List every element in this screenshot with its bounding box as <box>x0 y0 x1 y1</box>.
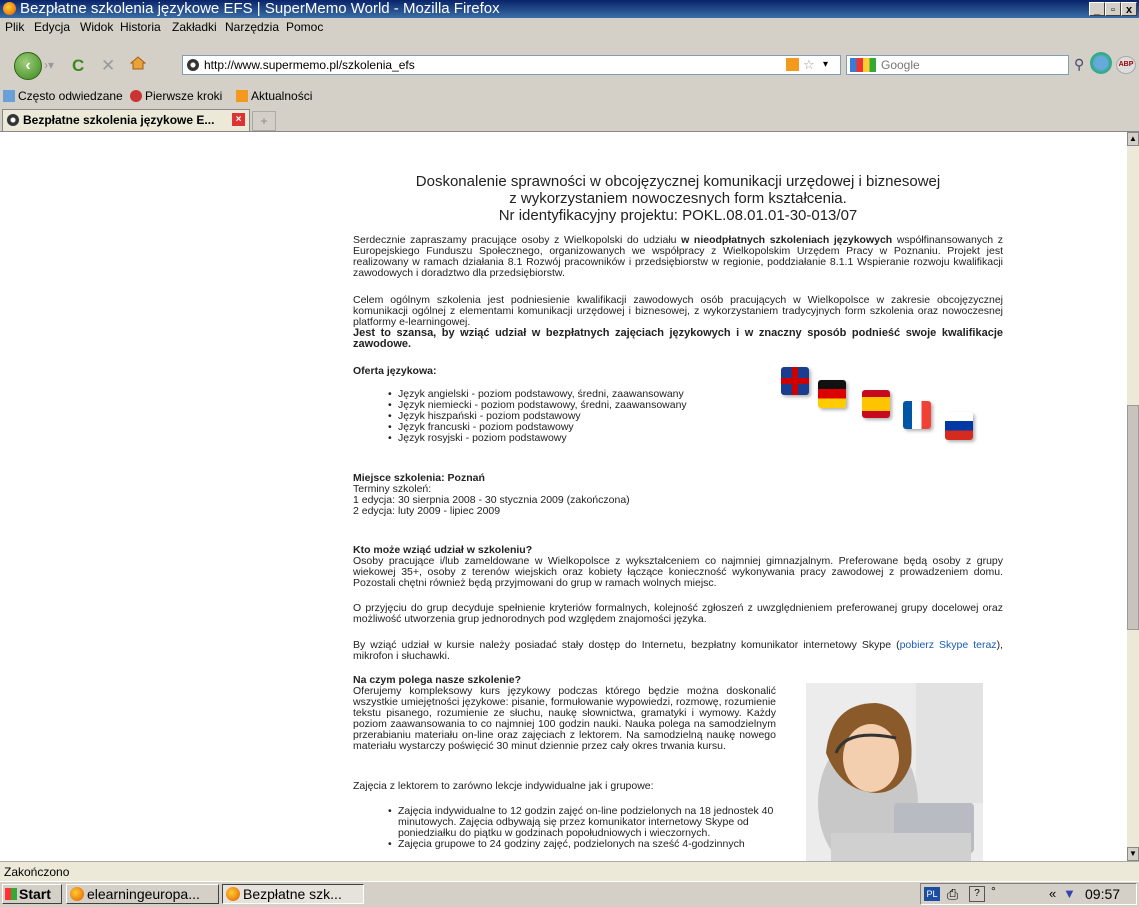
firefox-icon <box>70 887 84 901</box>
window-title: Bezpłatne szkolenia językowe EFS | Super… <box>20 0 500 17</box>
list-item: Język rosyjski - poziom podstawowy <box>386 433 687 445</box>
bookmark-star-icon[interactable]: ☆ <box>803 56 815 74</box>
page-header: Doskonalenie sprawności w obcojęzycznej … <box>353 173 1003 224</box>
status-bar: Zakończono <box>0 861 1139 882</box>
bookmark-news[interactable]: Aktualności <box>236 87 312 106</box>
list-item: Zajęcia grupowe to 24 godziny zajęć, pod… <box>386 839 776 851</box>
menu-pomoc[interactable]: Pomoc <box>286 18 323 36</box>
menu-widok[interactable]: Widok <box>80 18 113 36</box>
tray-expand-icon[interactable]: « <box>1049 886 1056 901</box>
tab-title: Bezpłatne szkolenia językowe E... <box>23 113 215 127</box>
home-icon[interactable] <box>129 55 147 71</box>
help-icon[interactable]: ? <box>969 886 985 902</box>
search-placeholder: Google <box>881 58 920 72</box>
firefox-bookmark-icon <box>130 90 142 102</box>
maximize-button[interactable]: ▫ <box>1105 2 1121 16</box>
menu-narzedzia[interactable]: Narzędzia <box>225 18 279 36</box>
offer-title: Oferta językowa: <box>353 365 437 377</box>
header-line-1: Doskonalenie sprawności w obcojęzycznej … <box>415 173 941 190</box>
tab-active[interactable]: Bezpłatne szkolenia językowe E... <box>2 109 250 131</box>
requirements-paragraph: By wziąć udział w kursie należy posiadać… <box>353 639 1003 662</box>
offer-list: Język angielski - poziom podstawowy, śre… <box>386 389 687 445</box>
firefox-icon <box>3 2 16 15</box>
rss-icon[interactable] <box>786 58 799 71</box>
what-paragraph: Oferujemy kompleksowy kurs językowy podc… <box>353 685 776 752</box>
site-favicon <box>187 59 199 71</box>
url-text: http://www.supermemo.pl/szkolenia_efs <box>204 58 415 72</box>
rss-feed-icon <box>236 90 248 102</box>
window-title-bar[interactable]: Bezpłatne szkolenia językowe EFS | Super… <box>0 0 1139 18</box>
page-content: Doskonalenie sprawności w obcojęzycznej … <box>0 132 1127 861</box>
windows-logo-icon <box>5 888 17 900</box>
stop-icon[interactable]: ✕ <box>101 56 115 76</box>
who-paragraph: Osoby pracujące i/lub zameldowane w Wiel… <box>353 555 1003 589</box>
status-text: Zakończono <box>4 865 70 879</box>
goal-paragraph: Celem ogólnym szkolenia jest podniesieni… <box>353 294 1003 350</box>
reload-icon[interactable]: C <box>72 56 84 76</box>
scroll-thumb[interactable] <box>1127 405 1139 630</box>
minimize-button[interactable]: _ <box>1089 2 1105 16</box>
system-tray: PL ⎙ ? ° « ▼ 09:57 <box>920 883 1137 905</box>
printer-icon[interactable]: ⎙ <box>947 886 958 903</box>
forward-button[interactable]: ›▾ <box>44 58 54 72</box>
germany-flag-icon <box>818 380 846 408</box>
network-icon[interactable]: ° <box>991 884 996 898</box>
start-button[interactable]: Start <box>2 884 62 904</box>
spain-flag-icon <box>862 390 890 418</box>
intro-paragraph: Serdecznie zapraszamy pracujące osoby z … <box>353 234 1003 279</box>
search-box[interactable]: Google <box>846 55 1069 75</box>
addon-icon[interactable] <box>1090 52 1112 74</box>
france-flag-icon <box>903 401 931 429</box>
skype-download-link[interactable]: pobierz Skype teraz <box>900 639 997 651</box>
student-photo <box>806 683 983 861</box>
back-button[interactable]: ‹ <box>14 52 42 80</box>
close-button[interactable]: x <box>1121 2 1137 16</box>
bookmarks-bar: Często odwiedzane Pierwsze kroki Aktualn… <box>0 87 1139 106</box>
adblock-icon[interactable]: ABP <box>1116 56 1136 74</box>
tab-favicon <box>7 114 19 126</box>
russia-flag-icon <box>945 412 973 440</box>
google-icon <box>850 58 876 72</box>
groups-paragraph: O przyjęciu do grup decyduje spełnienie … <box>353 602 1003 625</box>
lector-paragraph: Zajęcia z lektorem to zarówno lekcje ind… <box>353 780 654 792</box>
menu-bar: Plik Edycja Widok Historia Zakładki Narz… <box>0 18 1139 36</box>
menu-plik[interactable]: Plik <box>5 18 24 36</box>
menu-zakladki[interactable]: Zakładki <box>172 18 217 36</box>
header-line-3: Nr identyfikacyjny projektu: POKL.08.01.… <box>498 207 858 224</box>
taskbar-item-elearning[interactable]: elearningeuropa... <box>66 884 219 904</box>
chance-text: Jest to szansa, by wziąć udział w bezpła… <box>353 327 1003 350</box>
taskbar-item-active[interactable]: Bezpłatne szk... <box>222 884 364 904</box>
clock: 09:57 <box>1085 886 1121 902</box>
address-bar[interactable]: http://www.supermemo.pl/szkolenia_efs ☆ … <box>182 55 841 75</box>
shield-icon[interactable]: ▼ <box>1063 886 1076 901</box>
tab-close-icon[interactable]: × <box>232 113 245 126</box>
language-indicator[interactable]: PL <box>924 887 940 901</box>
uk-flag-icon <box>781 367 809 395</box>
new-tab-button[interactable]: + <box>252 111 276 131</box>
menu-edycja[interactable]: Edycja <box>34 18 70 36</box>
place-details: Terminy szkoleń: 1 edycja: 30 sierpnia 2… <box>353 483 630 517</box>
scroll-up-icon[interactable]: ▲ <box>1127 132 1139 146</box>
search-icon[interactable]: ⚲ <box>1074 56 1084 73</box>
url-dropdown-icon[interactable]: ▾ <box>823 56 828 74</box>
lector-list: Zajęcia indywidualne to 12 godzin zajęć … <box>386 806 776 851</box>
firefox-icon <box>226 887 240 901</box>
menu-historia[interactable]: Historia <box>120 18 161 36</box>
bookmark-often-visited[interactable]: Często odwiedzane <box>3 87 123 106</box>
bookmark-folder-icon <box>3 90 15 102</box>
list-item: Zajęcia indywidualne to 12 godzin zajęć … <box>386 806 776 839</box>
bookmark-first-steps[interactable]: Pierwsze kroki <box>130 87 222 106</box>
header-line-2: z wykorzystaniem nowoczesnych form kszta… <box>509 190 847 207</box>
scroll-down-icon[interactable]: ▼ <box>1127 847 1139 861</box>
